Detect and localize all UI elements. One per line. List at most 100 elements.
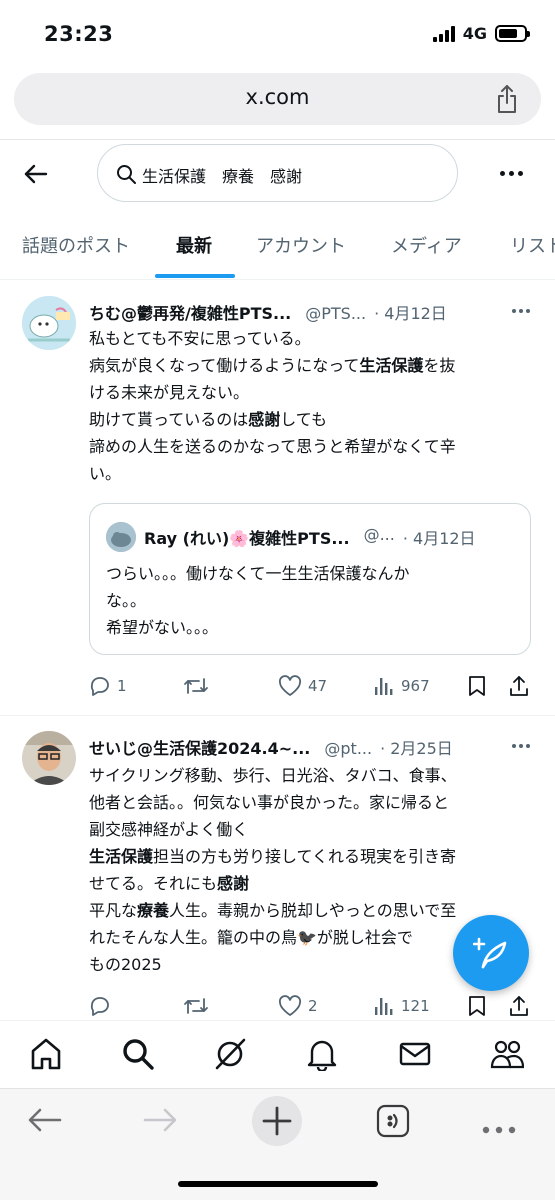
nav-search[interactable] xyxy=(121,1037,155,1071)
quoted-tweet[interactable]: Ray (れい)🌸複雑性PTS... @... · 4月12日 つらい。。。働け… xyxy=(89,503,531,655)
nav-communities[interactable] xyxy=(490,1037,525,1071)
nav-grok[interactable] xyxy=(213,1037,247,1071)
more-icon[interactable] xyxy=(500,171,523,176)
tab-latest[interactable]: 最新 xyxy=(176,232,212,258)
tweet-more-icon[interactable] xyxy=(512,744,530,748)
tweet-header: せいじ@生活保護2024.4~... @pt... · 2月25日 xyxy=(89,735,453,759)
author-name[interactable]: ちむ@鬱再発/複雑性PTS... xyxy=(89,300,291,324)
share-icon[interactable] xyxy=(495,84,519,118)
tweet-text-line: 副交感神経がよく働く xyxy=(89,820,249,839)
share-icon xyxy=(510,676,528,696)
tweet-actions: 2 121 xyxy=(89,995,529,1019)
network-label: 4G xyxy=(462,24,487,43)
notifications-icon xyxy=(307,1040,337,1073)
browser-new-tab-button[interactable] xyxy=(251,1095,303,1151)
quote-author-handle: @... xyxy=(363,525,395,544)
browser-tabs-button[interactable] xyxy=(375,1103,411,1143)
highlighted-keyword: 感謝 xyxy=(217,874,250,893)
like-icon xyxy=(278,995,302,1016)
highlighted-keyword: 生活保護 xyxy=(89,847,154,866)
repost-icon xyxy=(184,678,208,694)
search-query: 生活保護 療養 感謝 xyxy=(142,167,303,186)
like-button[interactable]: 47 xyxy=(278,675,327,697)
views-button[interactable]: 967 xyxy=(373,675,430,697)
tab-top[interactable]: 話題のポスト xyxy=(22,232,130,258)
reply-count: 1 xyxy=(117,677,127,695)
status-bar: 23:23 4G xyxy=(0,0,555,70)
highlighted-keyword: 感謝 xyxy=(248,410,281,429)
status-time: 23:23 xyxy=(44,22,114,46)
reply-button[interactable]: 1 xyxy=(89,675,127,697)
bookmark-button[interactable] xyxy=(467,995,487,1017)
quote-author-name: Ray (れい)🌸複雑性PTS... xyxy=(144,529,350,548)
repost-button[interactable] xyxy=(183,675,215,697)
browser-back-button[interactable] xyxy=(27,1105,63,1139)
avatar[interactable] xyxy=(22,731,76,785)
tabs-icon xyxy=(376,1104,410,1138)
tweet-date[interactable]: · 4月12日 xyxy=(374,300,447,324)
tweet-text-line: 私もとても不安に思っている。 xyxy=(89,329,311,348)
share-button[interactable] xyxy=(509,995,529,1017)
tweet-text-line: ける未来が見えない。 xyxy=(89,383,250,402)
tweet-text-line: 生活保護担当の方も労り接してくれる現実を引き寄 xyxy=(89,847,457,866)
tab-accounts[interactable]: アカウント xyxy=(256,232,346,258)
author-handle[interactable]: @PTS... xyxy=(305,304,366,323)
home-indicator xyxy=(178,1181,378,1187)
browser-forward-button[interactable] xyxy=(142,1105,178,1139)
home-icon xyxy=(31,1038,61,1070)
share-button[interactable] xyxy=(509,675,529,697)
tweet-text-line: せてる。それにも感謝 xyxy=(89,874,250,893)
battery-icon xyxy=(495,25,530,42)
communities-icon xyxy=(490,1040,525,1069)
tweet-text: 私もとても不安に思っている。病気が良くなって働けるようになって生活保護を抜 ける未… xyxy=(89,325,529,487)
tab-lists[interactable]: リスト xyxy=(510,232,555,258)
tweet-text-line: 病気が良くなって働けるようになって生活保護を抜 xyxy=(89,356,456,375)
nav-home[interactable] xyxy=(29,1037,63,1071)
nav-messages[interactable] xyxy=(398,1037,432,1071)
reply-icon xyxy=(90,997,109,1016)
messages-icon xyxy=(399,1042,431,1066)
tweet[interactable]: ちむ@鬱再発/複雑性PTS... @PTS... · 4月12日 私もとても不安… xyxy=(0,281,555,716)
compose-button[interactable] xyxy=(453,915,529,991)
nav-notifications[interactable] xyxy=(305,1037,339,1073)
views-button[interactable]: 121 xyxy=(373,995,430,1017)
tweet-actions: 1 47 967 xyxy=(89,675,529,699)
repost-button[interactable] xyxy=(183,995,215,1017)
reply-button[interactable] xyxy=(89,995,117,1017)
search-input[interactable]: 生活保護 療養 感謝 xyxy=(97,144,458,202)
repost-icon xyxy=(184,998,208,1014)
bookmark-button[interactable] xyxy=(467,675,487,697)
browser-more-button[interactable] xyxy=(482,1119,516,1138)
back-icon xyxy=(28,1108,62,1132)
bookmark-icon xyxy=(469,996,485,1016)
views-icon xyxy=(375,998,393,1015)
search-icon xyxy=(117,165,136,184)
url-text: x.com xyxy=(245,85,310,109)
views-icon xyxy=(375,678,393,695)
back-button[interactable] xyxy=(22,160,50,188)
bottom-nav xyxy=(0,1020,555,1088)
tab-media[interactable]: メディア xyxy=(391,232,462,258)
address-bar[interactable]: x.com xyxy=(14,73,541,125)
search-tabs: 話題のポスト 最新 アカウント メディア リスト xyxy=(0,220,555,280)
bookmark-icon xyxy=(469,676,485,696)
view-count: 121 xyxy=(401,997,430,1015)
active-tab-indicator xyxy=(155,274,235,278)
view-count: 967 xyxy=(401,677,430,695)
like-icon xyxy=(278,675,302,696)
tweet-text-line: 平凡な療養人生。毒親から脱却しやっとの思いで至 xyxy=(89,901,457,920)
avatar[interactable] xyxy=(22,296,76,350)
like-button[interactable]: 2 xyxy=(278,995,318,1017)
quote-header: Ray (れい)🌸複雑性PTS... @... · 4月12日 xyxy=(144,525,476,549)
share-icon xyxy=(510,996,528,1016)
tweet-text-line: 諦めの人生を送るのかなって思うと希望がなくて辛 xyxy=(89,437,456,456)
like-count: 2 xyxy=(308,997,318,1015)
more-icon xyxy=(482,1126,516,1134)
reply-icon xyxy=(90,677,109,696)
tweet-date[interactable]: · 2月25日 xyxy=(380,735,453,759)
author-name[interactable]: せいじ@生活保護2024.4~... xyxy=(89,735,310,759)
tweet-more-icon[interactable] xyxy=(512,309,530,313)
author-handle[interactable]: @pt... xyxy=(324,739,372,758)
grok-icon xyxy=(215,1038,246,1070)
search-icon xyxy=(123,1039,154,1070)
